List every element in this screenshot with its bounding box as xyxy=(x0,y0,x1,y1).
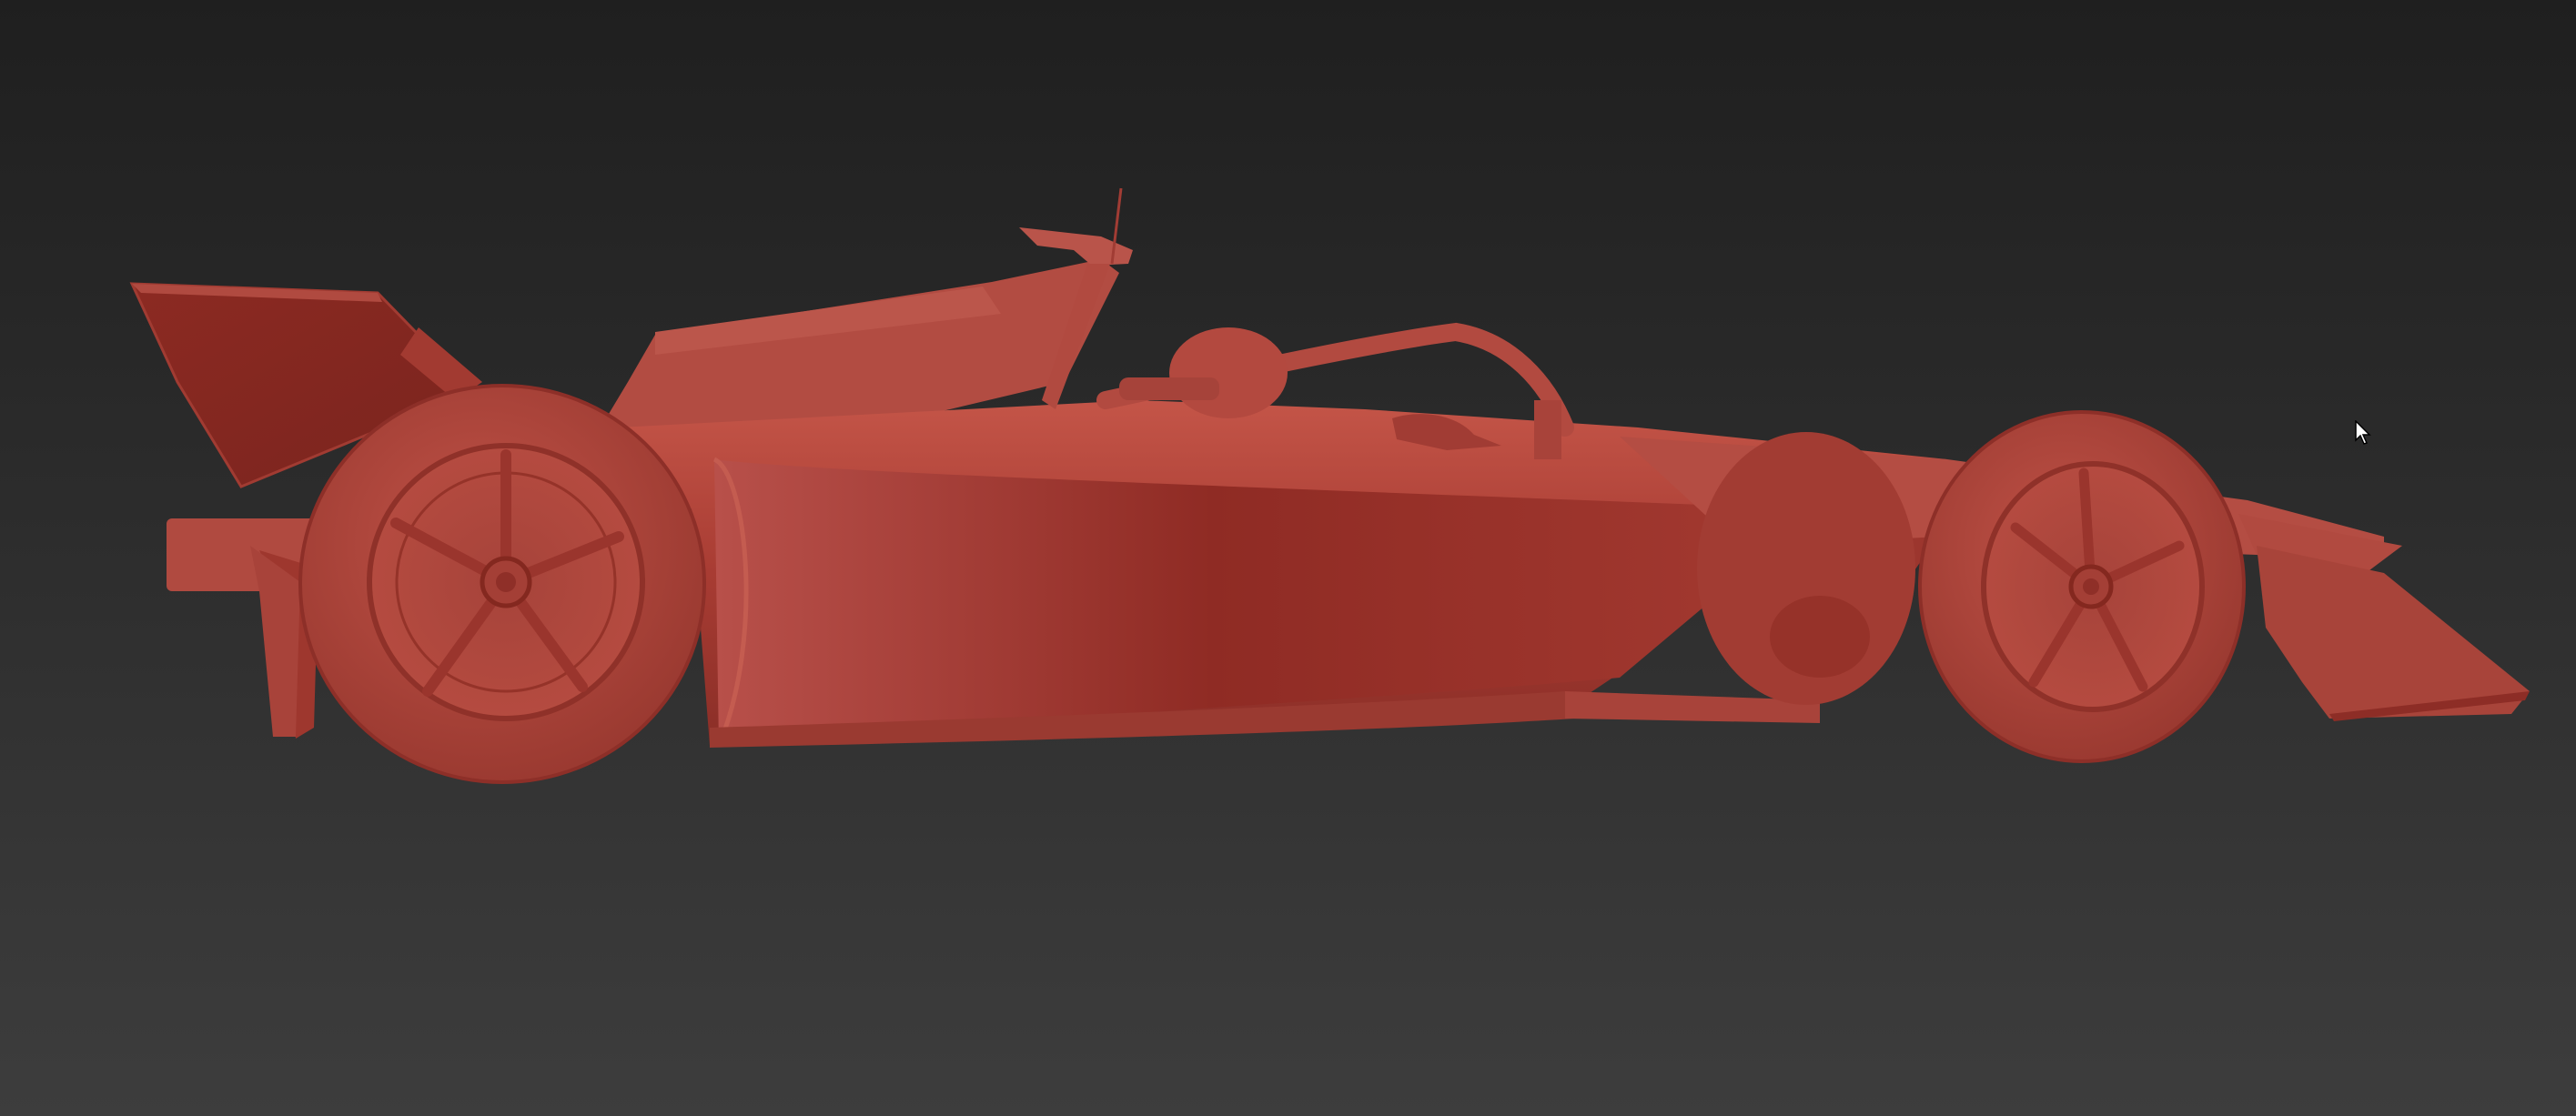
3d-viewport[interactable] xyxy=(0,0,2576,1116)
arrow-pointer-icon xyxy=(2355,420,2371,445)
engine-cover xyxy=(601,259,1119,427)
car-model-render[interactable] xyxy=(0,0,2576,1116)
rear-wheel xyxy=(298,384,706,784)
mirror xyxy=(1119,377,1219,400)
driver-helmet xyxy=(1169,327,1288,418)
front-wheel-far xyxy=(1697,432,1915,705)
front-wing xyxy=(2238,514,2530,721)
front-wheel xyxy=(1918,410,2246,763)
